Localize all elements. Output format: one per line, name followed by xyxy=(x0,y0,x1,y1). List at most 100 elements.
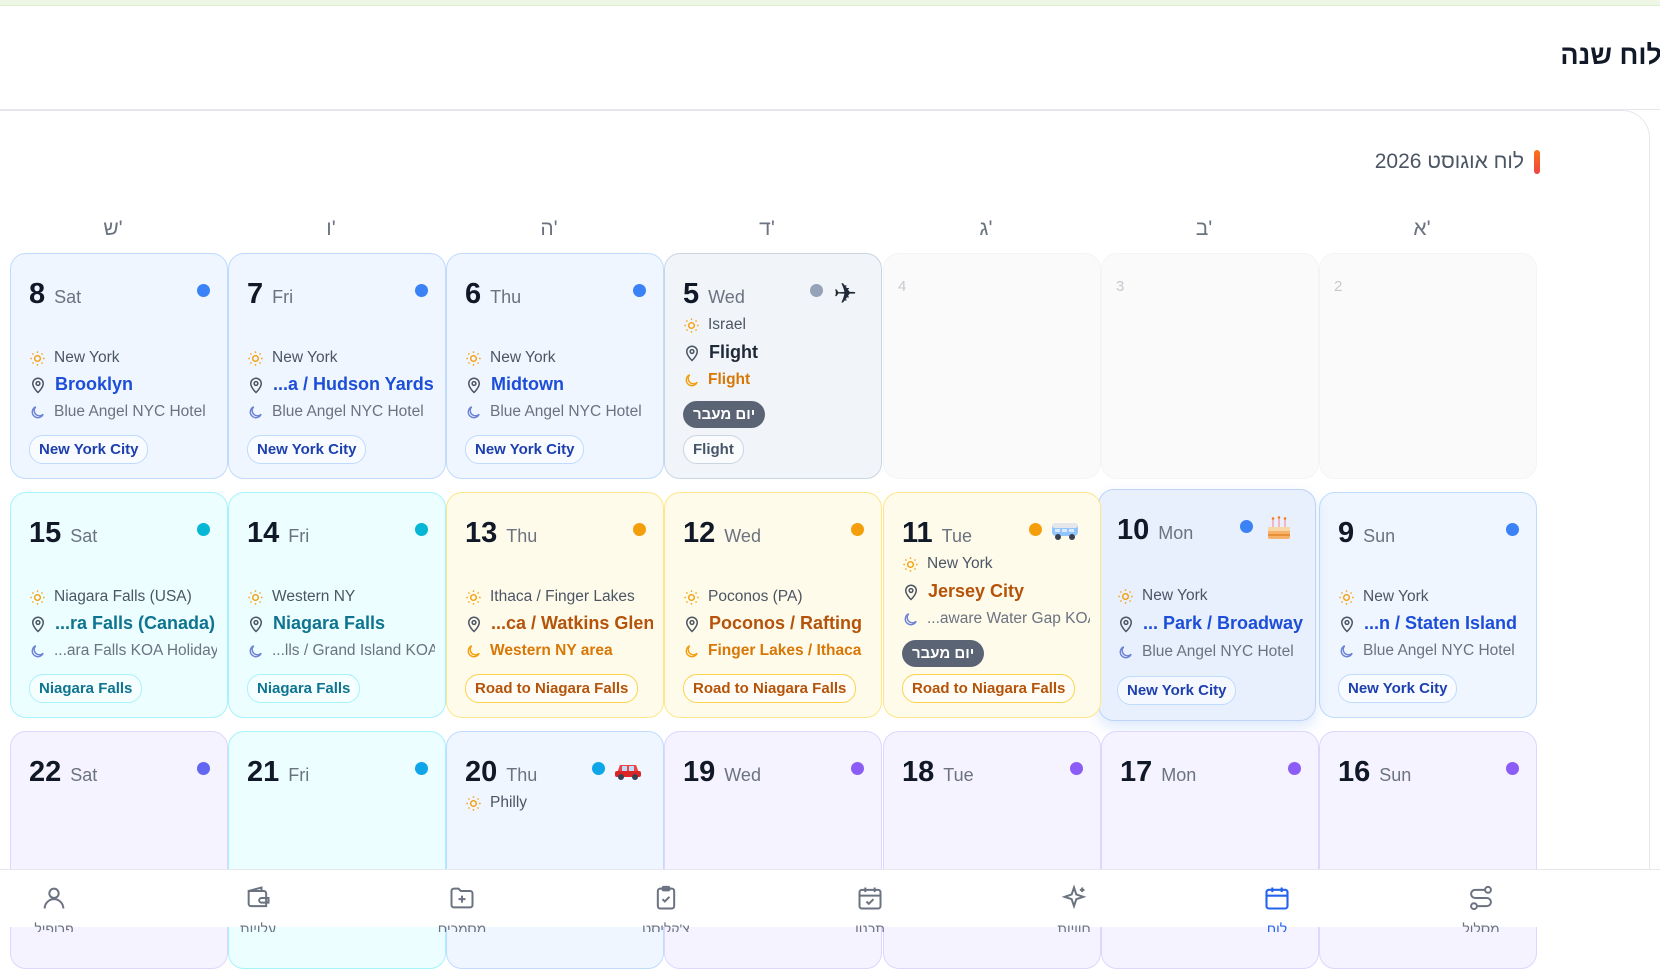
day-cell-20[interactable]: 20 Thu Philly xyxy=(446,731,664,969)
day-name: Mon xyxy=(1161,765,1197,785)
day-cell-12[interactable]: 12 Wed Poconos (PA) Poconos / Rafting Fi… xyxy=(664,492,882,718)
day-cell-2[interactable]: 2 xyxy=(1319,253,1537,479)
day-number: 4 xyxy=(898,278,907,295)
region-tag[interactable]: Niagara Falls xyxy=(247,674,361,703)
region-tag[interactable]: Road to Niagara Falls xyxy=(902,674,1076,703)
day-cell-16[interactable]: 16 Sun xyxy=(1319,731,1537,969)
night-row: Blue Angel NYC Hotel xyxy=(29,403,217,421)
day-name: Sun xyxy=(1363,526,1396,546)
day-cell-21[interactable]: 21 Fri xyxy=(228,731,446,969)
status-dot xyxy=(851,762,864,775)
day-header: 17 Mon xyxy=(1120,756,1196,789)
nav-route[interactable]: מסלול xyxy=(1381,884,1581,932)
night-row: Flight xyxy=(683,371,871,389)
day-cell-7[interactable]: 7 Fri New York ...a / Hudson Yards Blue … xyxy=(228,253,446,479)
day-number: 19 xyxy=(683,756,716,788)
day-cell-4[interactable]: 4 xyxy=(883,253,1101,479)
day-cell-15[interactable]: 15 Sat Niagara Falls (USA) ...ra Falls (… xyxy=(10,492,228,718)
region-tag[interactable]: Road to Niagara Falls xyxy=(683,674,857,703)
nav-profile[interactable]: פרופיל xyxy=(0,884,154,932)
nav-documents[interactable]: מסמכים xyxy=(362,884,562,932)
day-cell-8[interactable]: 8 Sat New York Brooklyn Blue Angel NYC H… xyxy=(10,253,228,479)
weekday-header-sun: א' xyxy=(1413,217,1431,240)
status-dot xyxy=(851,523,864,536)
region-tag[interactable]: New York City xyxy=(1117,676,1237,705)
map-pin-icon xyxy=(1119,616,1133,633)
day-number: 14 xyxy=(247,517,280,549)
sun-icon xyxy=(30,350,45,366)
day-cell-10[interactable]: 10 Mon New York ... Park / Broadway Blue… xyxy=(1098,489,1316,721)
day-number: 7 xyxy=(247,278,264,310)
clipboard-check-icon xyxy=(656,885,676,910)
map-pin-icon xyxy=(685,345,699,362)
sun-icon xyxy=(684,317,699,333)
moon-icon xyxy=(249,405,262,418)
day-cell-14[interactable]: 14 Fri Western NY Niagara Falls ...lls /… xyxy=(228,492,446,718)
day-cell-6[interactable]: 6 Thu New York Midtown Blue Angel NYC Ho… xyxy=(446,253,664,479)
region-tag[interactable]: New York City xyxy=(29,435,149,464)
city-row: New York xyxy=(902,555,1090,573)
status-dot xyxy=(633,523,646,536)
status-dot xyxy=(810,284,823,297)
region-tag[interactable]: New York City xyxy=(247,435,367,464)
day-header: 11 Tue xyxy=(902,517,972,550)
status-dot xyxy=(197,523,210,536)
day-cell-19[interactable]: 19 Wed xyxy=(664,731,882,969)
user-icon xyxy=(43,887,65,909)
status-dot xyxy=(415,523,428,536)
region-tag[interactable]: New York City xyxy=(465,435,585,464)
day-cell-9[interactable]: 9 Sun New York ...n / Staten Island Blue… xyxy=(1319,492,1537,718)
nav-experiences[interactable]: חוויות xyxy=(974,884,1174,932)
location-row: ...n / Staten Island xyxy=(1338,613,1526,634)
map-pin-icon xyxy=(31,616,45,633)
day-number: 8 xyxy=(29,278,46,310)
day-cell-22[interactable]: 22 Sat xyxy=(10,731,228,969)
sun-icon xyxy=(466,589,481,605)
day-number: 12 xyxy=(683,517,716,549)
status-dot xyxy=(633,284,646,297)
transit-day-badge: יום מעבר xyxy=(683,401,766,428)
status-dot xyxy=(1506,762,1519,775)
city-row: New York xyxy=(29,349,217,367)
day-name: Tue xyxy=(943,765,974,785)
day-header: 20 Thu xyxy=(465,756,537,789)
region-tag[interactable]: Flight xyxy=(683,435,744,464)
day-cell-11[interactable]: 11 Tue New York Jersey City ...aware Wat… xyxy=(883,492,1101,718)
sun-icon xyxy=(684,589,699,605)
night-row: Blue Angel NYC Hotel xyxy=(1338,642,1526,660)
nav-costs[interactable]: עלויות xyxy=(158,884,358,932)
day-header: 10 Mon xyxy=(1117,514,1193,547)
day-cell-18[interactable]: 18 Tue xyxy=(883,731,1101,969)
nav-planning[interactable]: תכנון xyxy=(770,884,970,932)
sun-icon xyxy=(903,556,918,572)
nav-calendar[interactable]: לוח xyxy=(1177,884,1377,932)
nav-checklist[interactable]: צ'קליסט xyxy=(566,884,766,932)
night-row: Blue Angel NYC Hotel xyxy=(1117,643,1305,661)
location-row: ... Park / Broadway xyxy=(1117,613,1305,634)
moon-icon xyxy=(685,644,698,657)
status-dot xyxy=(1240,520,1253,533)
month-title-text: לוח אוגוסט 2026 xyxy=(1374,150,1524,173)
day-header: 18 Tue xyxy=(902,756,974,789)
day-cell-17[interactable]: 17 Mon xyxy=(1101,731,1319,969)
map-pin-icon xyxy=(1340,616,1354,633)
day-number: 21 xyxy=(247,756,280,788)
day-header: 16 Sun xyxy=(1338,756,1411,789)
day-cell-3[interactable]: 3 xyxy=(1101,253,1319,479)
region-tag[interactable]: Niagara Falls xyxy=(29,674,143,703)
region-tag[interactable]: New York City xyxy=(1338,674,1458,703)
month-title: לוח אוגוסט 2026 xyxy=(1375,150,1540,174)
day-number: 3 xyxy=(1116,278,1125,295)
day-number: 13 xyxy=(465,517,498,549)
day-name: Thu xyxy=(506,526,538,546)
day-cell-5[interactable]: 5 Wed ✈ Israel Flight Flight יום מעבר Fl… xyxy=(664,253,882,479)
sun-icon xyxy=(1118,588,1133,604)
city-row: Poconos (PA) xyxy=(683,588,871,606)
sun-icon xyxy=(466,795,481,811)
day-header: 13 Thu xyxy=(465,517,537,550)
region-tag[interactable]: Road to Niagara Falls xyxy=(465,674,639,703)
city-row: New York xyxy=(465,349,653,367)
day-number: 20 xyxy=(465,756,498,788)
city-row: Niagara Falls (USA) xyxy=(29,588,217,606)
day-cell-13[interactable]: 13 Thu Ithaca / Finger Lakes ...ca / Wat… xyxy=(446,492,664,718)
